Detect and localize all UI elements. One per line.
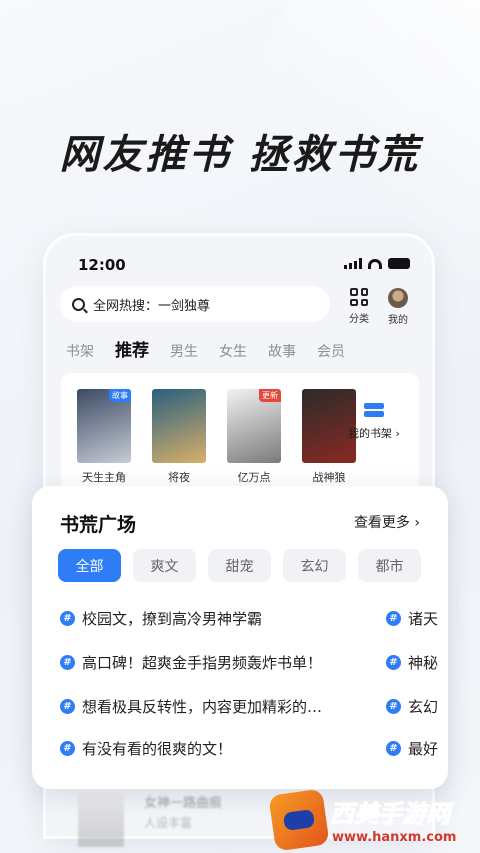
topic-text: 神秘 <box>408 654 439 672</box>
channel-tabs: 书架 推荐 男生 女生 故事 会员 <box>66 336 345 361</box>
watermark-name: 西美手游网 <box>330 800 451 829</box>
topic-text: 诸天 <box>408 610 439 628</box>
topic-item[interactable]: # 想看极具反转性，内容更加精彩的… <box>60 696 322 717</box>
category-button[interactable]: 分类 <box>344 288 374 325</box>
tab-vip[interactable]: 会员 <box>317 341 345 361</box>
grid-icon <box>350 288 368 306</box>
tab-female[interactable]: 女生 <box>219 341 247 361</box>
wifi-icon <box>368 258 382 269</box>
card-title: 书荒广场 <box>60 514 137 536</box>
peek-author: 人设丰富 <box>144 816 193 830</box>
book-cover: 更新 <box>227 389 281 463</box>
search-bar[interactable]: 全网热搜：一剑独尊 <box>60 286 330 322</box>
topic-item[interactable]: # 诸天 <box>386 608 438 629</box>
shelf-label: 我的书架 › <box>348 427 400 440</box>
bookshelf-icon <box>364 403 384 419</box>
watermark-url: www.hanxm.com <box>332 830 457 845</box>
book-tag: 更新 <box>259 389 281 402</box>
book-plaza-card: 书荒广场 查看更多 › 全部 爽文 甜宠 玄幻 都市 # 校园文，撩到高冷男神学霸… <box>32 486 448 789</box>
genre-chips: 全部 爽文 甜宠 玄幻 都市 <box>58 549 421 582</box>
mine-button[interactable]: 我的 <box>383 288 413 326</box>
book-item[interactable]: 故事 天生主角肆 <box>77 389 131 501</box>
my-bookshelf-button[interactable]: 我的书架 › <box>339 403 409 441</box>
hashtag-icon: # <box>386 741 401 756</box>
topic-item[interactable]: # 玄幻 <box>386 696 438 717</box>
gamepad-logo-icon <box>268 788 330 852</box>
battery-icon <box>388 258 410 269</box>
topic-item[interactable]: # 有没有看的很爽的文！ <box>60 738 232 759</box>
chip-all[interactable]: 全部 <box>58 549 121 582</box>
peek-cover <box>78 792 124 847</box>
tab-recommend[interactable]: 推荐 <box>115 336 149 361</box>
topic-text: 高口碑！超爽金手指男频轰炸书单！ <box>82 654 323 672</box>
topic-item[interactable]: # 高口碑！超爽金手指男频轰炸书单！ <box>60 652 322 673</box>
book-item[interactable]: 更新 亿万点击… <box>227 389 281 501</box>
topic-text: 想看极具反转性，内容更加精彩的… <box>82 698 323 716</box>
avatar <box>388 288 408 308</box>
topic-item[interactable]: # 校园文，撩到高冷男神学霸 <box>60 608 262 629</box>
book-title: 将夜 <box>168 471 190 484</box>
hashtag-icon: # <box>60 741 75 756</box>
search-icon <box>72 297 85 311</box>
headline: 网友推书 拯救书荒 <box>59 132 421 178</box>
status-icons <box>344 258 410 269</box>
book-tag: 故事 <box>109 389 131 402</box>
chip-fantasy[interactable]: 玄幻 <box>283 549 346 582</box>
chip-cool[interactable]: 爽文 <box>133 549 196 582</box>
mine-label: 我的 <box>388 315 408 326</box>
topic-text: 最好 <box>408 740 439 758</box>
tab-male[interactable]: 男生 <box>170 341 198 361</box>
category-label: 分类 <box>349 314 369 325</box>
book-item[interactable]: 将夜 <box>152 389 206 485</box>
topic-item[interactable]: # 神秘 <box>386 652 438 673</box>
signal-icon <box>344 258 362 269</box>
book-cover: 故事 <box>77 389 131 463</box>
hashtag-icon: # <box>60 611 75 626</box>
status-time: 12:00 <box>78 256 126 274</box>
hashtag-icon: # <box>60 699 75 714</box>
hashtag-icon: # <box>386 611 401 626</box>
chip-romance[interactable]: 甜宠 <box>208 549 271 582</box>
tab-story[interactable]: 故事 <box>268 341 296 361</box>
watermark: 西美手游网 www.hanxm.com <box>268 788 480 853</box>
chip-urban[interactable]: 都市 <box>358 549 421 582</box>
book-title: 战神狼 <box>312 471 346 484</box>
hashtag-icon: # <box>386 655 401 670</box>
topic-item[interactable]: # 最好 <box>386 738 438 759</box>
hashtag-icon: # <box>60 655 75 670</box>
search-placeholder: 全网热搜：一剑独尊 <box>93 298 211 314</box>
hashtag-icon: # <box>386 699 401 714</box>
book-row: 故事 天生主角肆 将夜 更新 亿万点击… 战神狼 我的书架 › <box>61 373 419 503</box>
topic-text: 有没有看的很爽的文！ <box>82 740 233 758</box>
see-more-link[interactable]: 查看更多 › <box>354 512 420 532</box>
topic-text: 校园文，撩到高冷男神学霸 <box>82 610 263 628</box>
tab-bookshelf[interactable]: 书架 <box>66 341 94 361</box>
peek-title: 女神一路曲痕 <box>144 796 223 811</box>
book-cover <box>152 389 206 463</box>
topic-text: 玄幻 <box>408 698 439 716</box>
